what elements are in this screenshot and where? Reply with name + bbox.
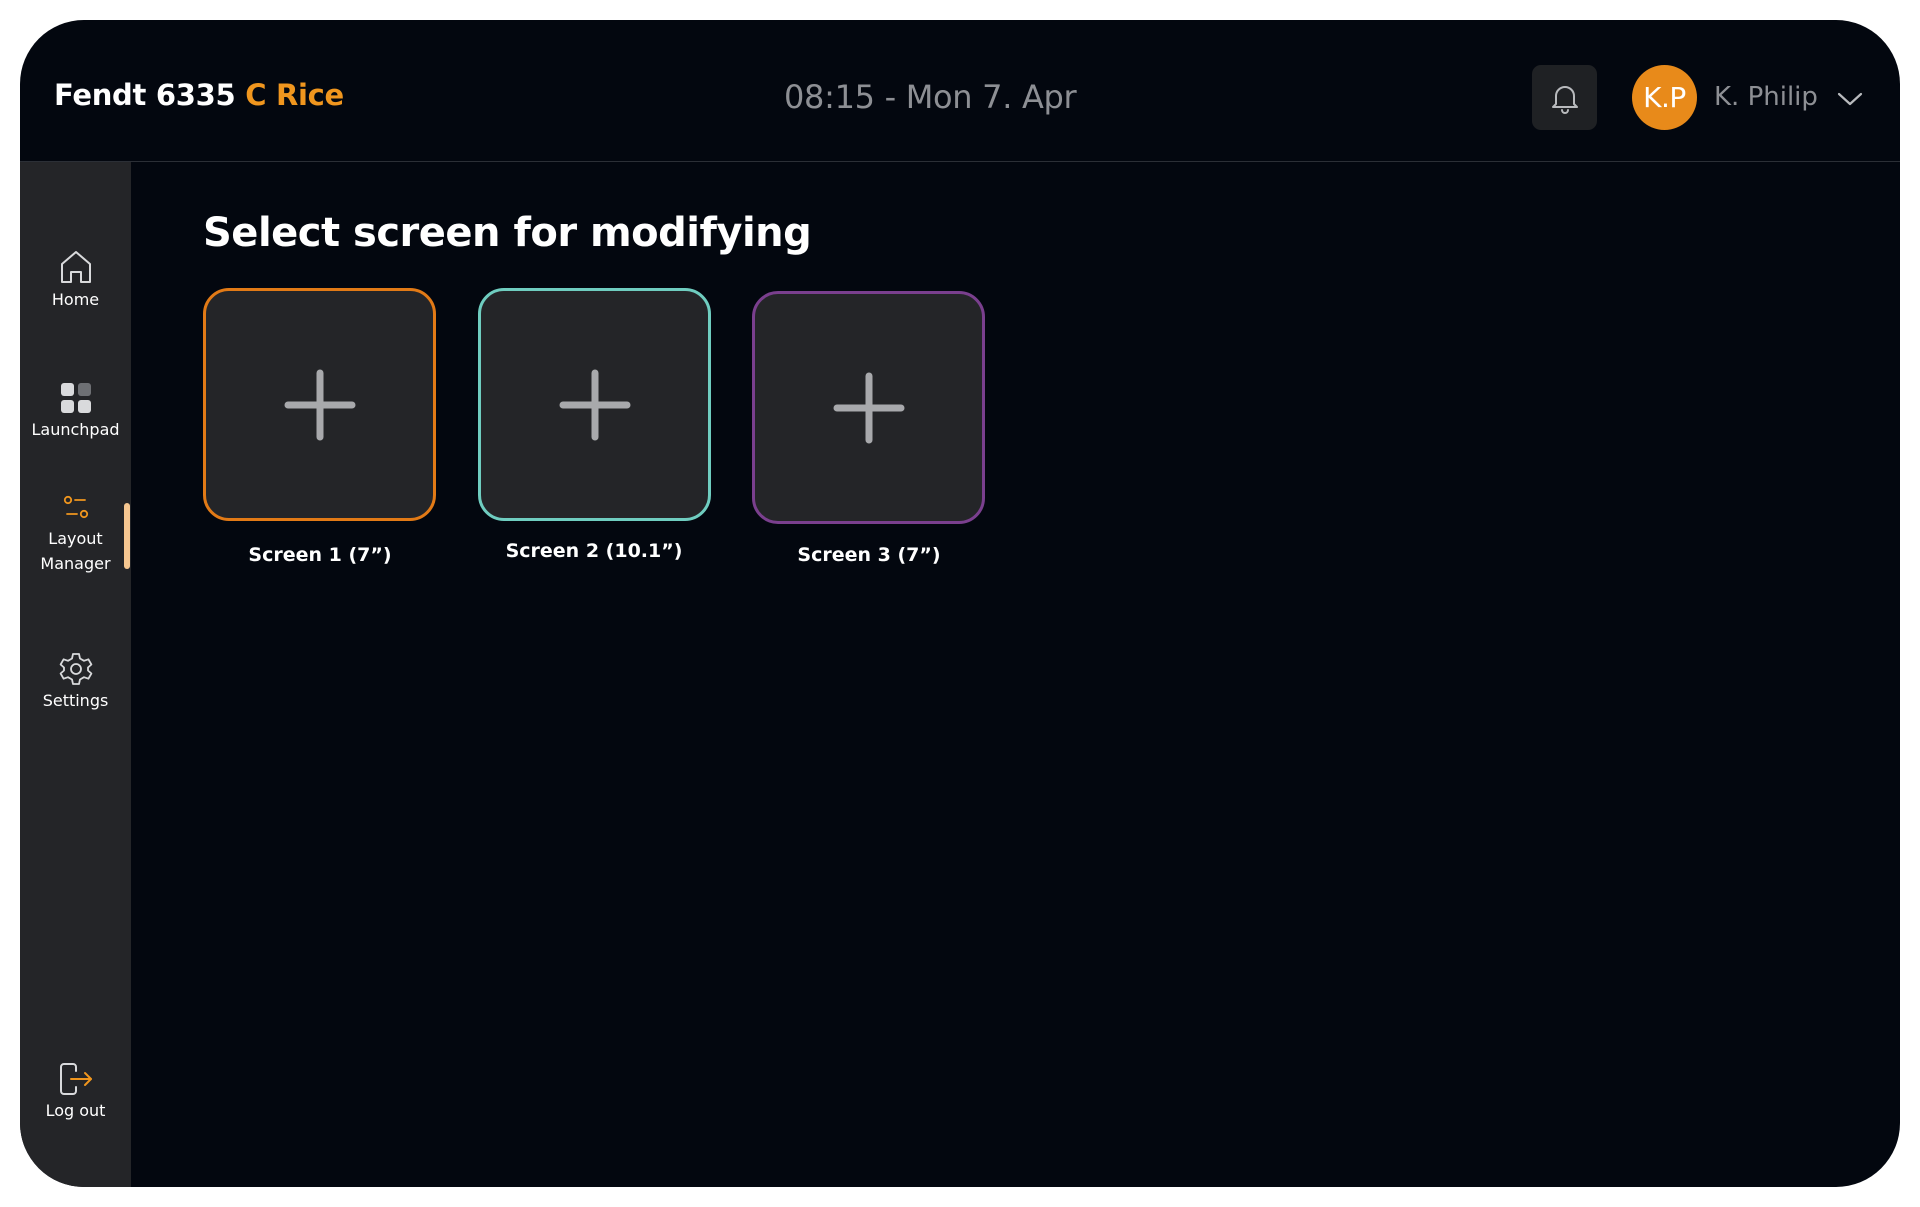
sidebar-item-label: Layout (48, 529, 103, 548)
sidebar-item-label: Settings (42, 691, 109, 710)
active-nav-indicator (124, 503, 130, 569)
sidebar-item-home[interactable]: Home (20, 249, 131, 312)
sidebar-item-label: Home (51, 290, 100, 309)
top-bar: Fendt 6335 C Rice 08:15 - Mon 7. Apr K.P… (20, 20, 1900, 162)
home-icon (60, 251, 91, 283)
sidebar-item-logout[interactable]: Log out (20, 1062, 131, 1123)
screen-1-card[interactable] (203, 288, 436, 521)
sidebar-item-layout-manager[interactable]: Layout Manager (20, 492, 131, 576)
datetime-display: 08:15 - Mon 7. Apr (784, 78, 1077, 116)
screen-2-card[interactable] (478, 288, 711, 521)
grid-icon (60, 383, 91, 413)
screen-2-label: Screen 2 (10.1”) (505, 540, 683, 562)
sidebar-item-label: Launchpad (31, 420, 120, 439)
sidebar-item-label: Manager (40, 554, 111, 573)
vehicle-variant: C Rice (245, 78, 344, 112)
logout-icon (59, 1063, 92, 1095)
screen-3-card[interactable] (752, 291, 985, 524)
bell-icon (1551, 85, 1578, 114)
notifications-button[interactable] (1532, 65, 1597, 130)
screen-3-label: Screen 3 (7”) (797, 544, 941, 566)
sidebar-item-launchpad[interactable]: Launchpad (20, 381, 131, 442)
vehicle-title: Fendt 6335 C Rice (54, 78, 344, 112)
sidebar-item-settings[interactable]: Settings (20, 652, 131, 713)
page-title: Select screen for modifying (203, 210, 812, 256)
device-frame: Fendt 6335 C Rice 08:15 - Mon 7. Apr K.P… (20, 20, 1900, 1187)
chevron-down-icon[interactable] (1835, 84, 1865, 114)
vehicle-model: Fendt 6335 (54, 78, 236, 112)
screen-1-label: Screen 1 (7”) (248, 544, 392, 566)
sliders-icon (63, 495, 88, 519)
sidebar-item-label: Log out (45, 1101, 106, 1120)
user-avatar[interactable]: K.P (1632, 65, 1697, 130)
plus-icon (284, 369, 355, 440)
sidebar-nav: Home Launchpad Layout Manager Settings L… (20, 162, 131, 1187)
plus-icon (559, 369, 630, 440)
plus-icon (833, 372, 904, 443)
gear-icon (59, 653, 92, 685)
user-name[interactable]: K. Philip (1714, 82, 1818, 112)
